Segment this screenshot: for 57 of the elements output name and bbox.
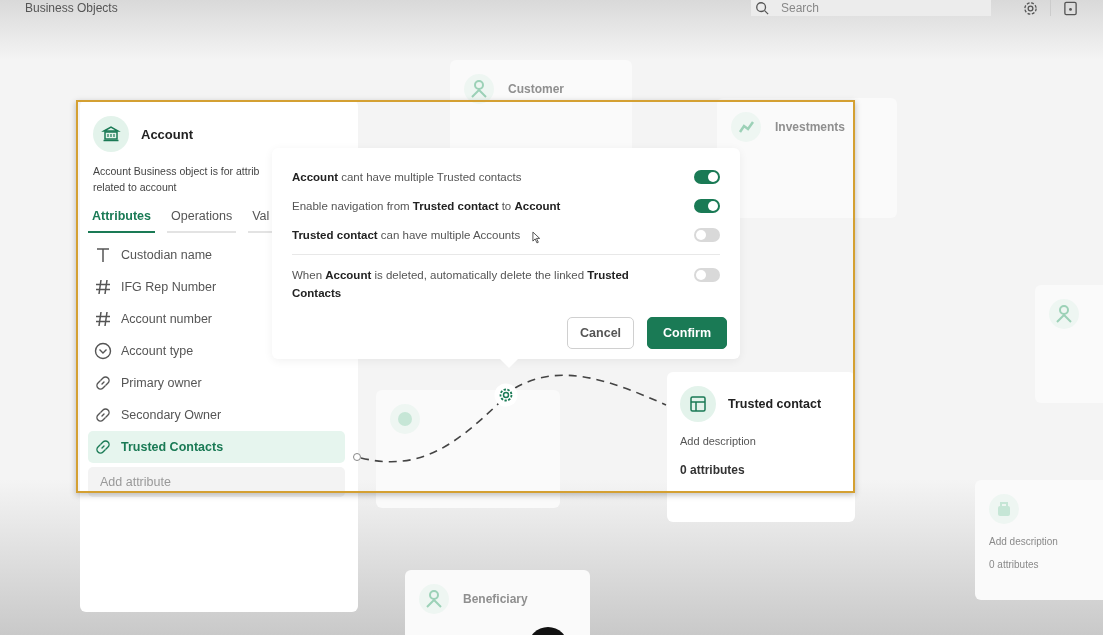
tab[interactable]: Operations [167,205,237,233]
node-title: Beneficiary [463,592,528,606]
search-field[interactable]: Search [751,0,991,16]
attribute-name: Custodian name [121,248,213,262]
option-label: Account cant have multiple Trusted contacts [292,170,522,185]
node-title: Customer [508,82,564,96]
link-icon [94,438,112,456]
add-attribute-field[interactable]: Add attribute [88,467,345,497]
attribute-item[interactable]: Trusted Contacts [88,431,345,463]
confirm-button[interactable]: Confirm [647,317,727,349]
table-icon [680,386,716,422]
chart-icon [731,112,761,142]
settings-icon[interactable] [1023,0,1038,16]
toggle-switch[interactable] [694,228,720,242]
person-icon [464,74,494,104]
node-card[interactable]: Trusted contact Add description 0 attributes [667,372,855,522]
attribute-count: 0 attributes [680,463,746,477]
box-icon[interactable] [1063,0,1078,16]
attribute-item[interactable]: Account number [88,303,345,335]
cancel-button[interactable]: Cancel [567,317,635,349]
bag-icon [989,494,1019,524]
person-icon [419,584,449,614]
node-description: Add description [989,536,1058,547]
attribute-item[interactable]: Primary owner [88,367,345,399]
attribute-count: 0 attributes [989,559,1039,570]
text-type-icon [94,246,112,264]
person-icon [1049,299,1079,329]
attribute-name: Secondary Owner [121,408,222,422]
bank-icon [93,116,129,152]
page-title: Business Objects [25,1,118,15]
attribute-name: Trusted Contacts [121,440,224,454]
hash-icon [94,278,112,296]
node-title: Investments [775,120,846,134]
toggle-switch[interactable] [694,170,720,184]
hash-icon [94,310,112,328]
attribute-name: Account type [121,344,194,358]
link-icon [94,406,112,424]
card-title: Account [141,126,193,142]
settings-icon[interactable] [494,383,518,407]
option-label: Enable navigation from Trusted contact to Account [292,199,561,214]
chevron-circle-icon [94,342,112,360]
option-label: When Account is deleted, automatically delete the linked Trusted Contacts [292,268,630,301]
attribute-item[interactable]: Secondary Owner [88,399,345,431]
globe-icon [390,404,420,434]
attribute-name: Account number [121,312,213,326]
card-description: Account Business object is for attrib related to account [93,164,260,195]
node-title: Trusted contact [728,397,822,411]
attribute-name: IFG Rep Number [121,280,217,294]
attribute-item[interactable]: Account type [88,335,345,367]
link-icon [94,374,112,392]
toggle-switch[interactable] [694,268,720,282]
toggle-switch[interactable] [694,199,720,213]
tab[interactable]: Attributes [88,205,156,233]
search-icon [755,1,769,15]
attribute-name: Primary owner [121,376,202,390]
node-description: Add description [680,435,757,447]
mouse-cursor-icon [532,231,541,244]
